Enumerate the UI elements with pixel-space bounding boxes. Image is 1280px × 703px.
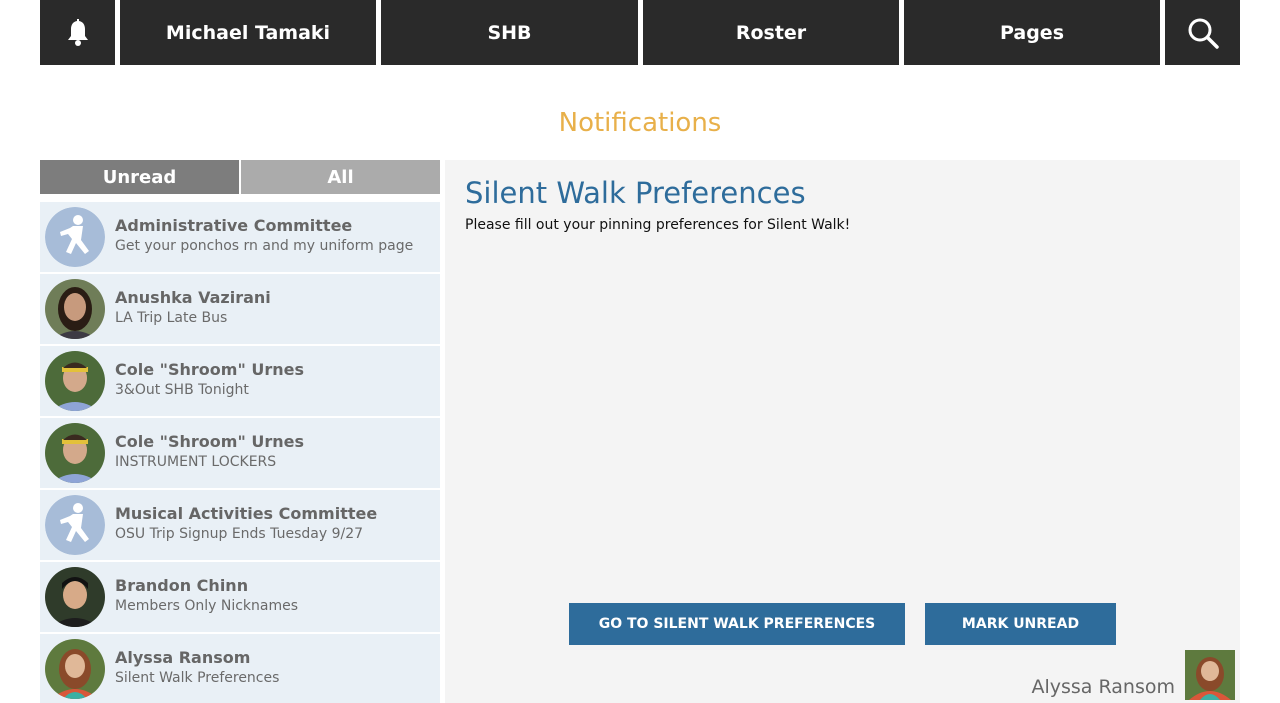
mark-unread-button[interactable]: MARK UNREAD — [925, 603, 1116, 645]
sender-avatar — [1185, 650, 1235, 700]
notification-sender: Musical Activities Committee — [115, 504, 378, 523]
detail-body: Please fill out your pinning preferences… — [465, 217, 851, 233]
avatar — [45, 567, 105, 627]
notification-subject: INSTRUMENT LOCKERS — [115, 454, 277, 470]
notification-item[interactable]: Anushka Vazirani LA Trip Late Bus — [40, 274, 440, 344]
detail-title: Silent Walk Preferences — [465, 176, 806, 210]
notification-sender: Cole "Shroom" Urnes — [115, 360, 304, 379]
avatar — [45, 423, 105, 483]
notifications-bell-button[interactable] — [40, 0, 115, 65]
tab-unread[interactable]: Unread — [40, 160, 239, 194]
notification-item[interactable]: Cole "Shroom" Urnes 3&Out SHB Tonight — [40, 346, 440, 416]
notification-item[interactable]: Administrative Committee Get your poncho… — [40, 202, 440, 272]
nav-shb-label: SHB — [487, 21, 532, 44]
notification-item[interactable]: Cole "Shroom" Urnes INSTRUMENT LOCKERS — [40, 418, 440, 488]
notification-subject: OSU Trip Signup Ends Tuesday 9/27 — [115, 526, 364, 542]
avatar — [45, 351, 105, 411]
notification-subject: Get your ponchos rn and my uniform page — [115, 238, 414, 254]
committee-logo-avatar — [45, 495, 105, 555]
top-navigation: Michael Tamaki SHB Roster Pages — [40, 0, 1240, 65]
notification-item[interactable]: Alyssa Ransom Silent Walk Preferences — [40, 634, 440, 703]
notification-sender: Cole "Shroom" Urnes — [115, 432, 304, 451]
page-title: Notifications — [558, 108, 722, 138]
avatar — [45, 279, 105, 339]
search-button[interactable] — [1165, 0, 1240, 65]
notification-sender: Administrative Committee — [115, 216, 353, 235]
notification-detail-panel: Silent Walk Preferences Please fill out … — [445, 160, 1240, 703]
notification-item[interactable]: Musical Activities Committee OSU Trip Si… — [40, 490, 440, 560]
committee-logo-avatar — [45, 207, 105, 267]
go-to-silent-walk-preferences-button[interactable]: GO TO SILENT WALK PREFERENCES — [569, 603, 905, 645]
search-icon — [1187, 17, 1219, 49]
notification-item[interactable]: Brandon Chinn Members Only Nicknames — [40, 562, 440, 632]
nav-pages-label: Pages — [999, 21, 1065, 44]
notification-tabs: Unread All — [40, 160, 440, 194]
nav-roster-label: Roster — [735, 21, 807, 44]
nav-user-profile[interactable]: Michael Tamaki — [120, 0, 376, 65]
notification-subject: 3&Out SHB Tonight — [115, 382, 249, 398]
notification-sender: Alyssa Ransom — [115, 648, 251, 667]
nav-roster[interactable]: Roster — [643, 0, 899, 65]
notification-subject: LA Trip Late Bus — [115, 310, 228, 326]
nav-shb[interactable]: SHB — [381, 0, 638, 65]
notification-list: Administrative Committee Get your poncho… — [40, 202, 440, 703]
notification-sender: Brandon Chinn — [115, 576, 249, 595]
avatar — [45, 639, 105, 699]
bell-icon — [66, 18, 90, 47]
nav-pages[interactable]: Pages — [904, 0, 1160, 65]
notification-subject: Silent Walk Preferences — [115, 670, 280, 686]
notification-sender: Anushka Vazirani — [115, 288, 271, 307]
notification-subject: Members Only Nicknames — [115, 598, 299, 614]
nav-user-name: Michael Tamaki — [165, 21, 331, 44]
detail-sender-name: Alyssa Ransom — [1031, 676, 1175, 698]
tab-all[interactable]: All — [241, 160, 440, 194]
